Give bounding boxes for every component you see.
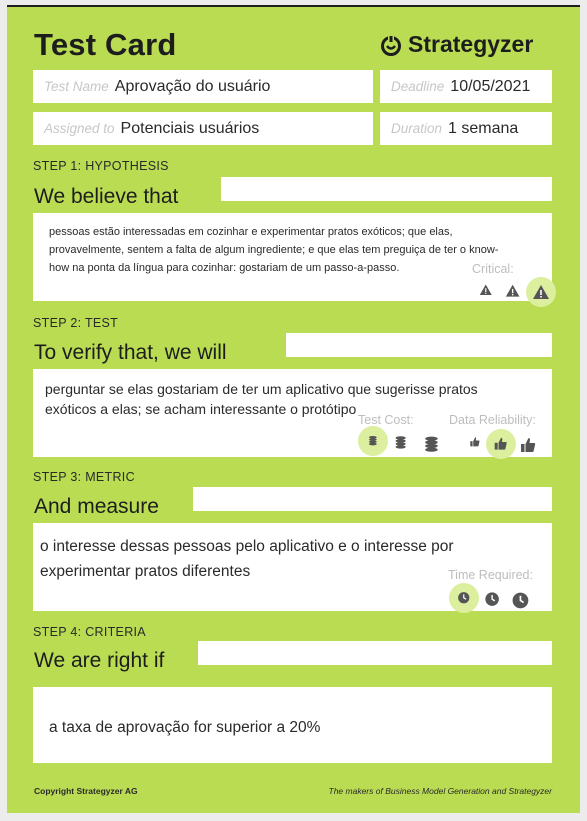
step3-label: STEP 3: METRIC <box>33 470 135 484</box>
step2-tab <box>286 333 552 357</box>
step4-tab <box>198 641 552 665</box>
step3-heading: And measure <box>34 495 159 518</box>
step2-text: perguntar se elas gostariam de ter um ap… <box>45 381 478 417</box>
step1-box[interactable]: pessoas estão interessadas em cozinhar e… <box>33 213 556 307</box>
clock-icon[interactable] <box>511 591 530 610</box>
assigned-value: Potenciais usuários <box>120 119 260 137</box>
deadline-value: 10/05/2021 <box>450 77 531 95</box>
time-required-label: Time Required: <box>448 568 533 582</box>
thumbs-up-icon[interactable] <box>469 436 481 448</box>
tagline: The makers of Business Model Generation … <box>328 786 552 796</box>
warning-icon[interactable] <box>479 283 493 297</box>
deadline-field[interactable]: Deadline 10/05/2021 <box>380 70 552 103</box>
critical-label: Critical: <box>472 262 514 276</box>
step1-text: pessoas estão interessadas em cozinhar e… <box>49 226 499 274</box>
assigned-label: Assigned to <box>44 121 115 136</box>
copyright: Copyright Strategyzer AG <box>34 786 138 796</box>
test-name-field[interactable]: Test Name Aprovação do usuário <box>33 70 373 103</box>
data-reliability-label: Data Reliability: <box>449 413 536 427</box>
duration-label: Duration <box>391 121 443 136</box>
thumbs-up-icon[interactable] <box>493 436 508 451</box>
assigned-field[interactable]: Assigned to Potenciais usuários <box>33 112 373 145</box>
warning-icon[interactable] <box>532 283 550 301</box>
step3-tab <box>193 487 552 511</box>
test-card: Test Card Strategyzer Test Name Aprovaçã… <box>7 5 580 813</box>
coins-icon[interactable] <box>367 435 379 447</box>
step2-label: STEP 2: TEST <box>33 316 119 330</box>
step2-heading: To verify that, we will <box>34 341 227 364</box>
step2-box[interactable]: perguntar se elas gostariam de ter um ap… <box>33 369 552 459</box>
brand-name: Strategyzer <box>408 31 534 57</box>
test-cost-label: Test Cost: <box>358 413 414 427</box>
step1-tab <box>221 177 552 201</box>
warning-icon[interactable] <box>505 283 520 298</box>
coins-icon[interactable] <box>422 435 441 454</box>
deadline-label: Deadline <box>391 79 445 94</box>
test-name-value: Aprovação do usuário <box>114 77 271 95</box>
brand: Strategyzer <box>380 31 533 58</box>
coins-icon[interactable] <box>393 435 408 450</box>
step1-label: STEP 1: HYPOTHESIS <box>33 159 169 173</box>
step1-heading: We believe that <box>34 185 179 208</box>
step4-text: a taxa de aprovação for superior a 20% <box>49 719 321 736</box>
clock-icon[interactable] <box>457 591 471 605</box>
card-title: Test Card <box>34 27 177 62</box>
strategyzer-logo-icon <box>381 34 401 56</box>
duration-value: 1 semana <box>448 119 519 137</box>
step4-label: STEP 4: CRITERIA <box>33 625 146 639</box>
step3-box[interactable]: o interesse dessas pessoas pelo aplicati… <box>33 523 552 613</box>
duration-field[interactable]: Duration 1 semana <box>380 112 552 145</box>
thumbs-up-icon[interactable] <box>519 436 537 454</box>
test-name-label: Test Name <box>44 79 109 94</box>
step4-heading: We are right if <box>34 649 165 672</box>
clock-icon[interactable] <box>484 591 500 607</box>
step4-box[interactable]: a taxa de aprovação for superior a 20% <box>33 687 552 763</box>
